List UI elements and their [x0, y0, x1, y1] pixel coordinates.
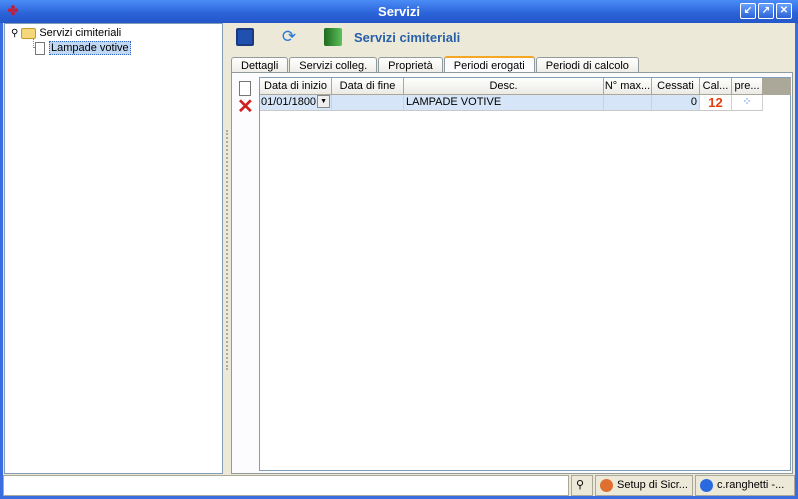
- start-date-value: 01/01/1800: [261, 96, 317, 108]
- toolbar-title: Servizi cimiteriali: [354, 29, 461, 45]
- column-header[interactable]: pre...: [732, 78, 763, 95]
- max-cell[interactable]: [604, 95, 652, 111]
- splitter[interactable]: [226, 130, 228, 370]
- end-date-cell[interactable]: [332, 95, 404, 111]
- app-icon: ✤: [7, 3, 19, 18]
- column-header[interactable]: Data di inizio: [260, 78, 332, 95]
- expand-icon[interactable]: ⚲: [11, 28, 18, 39]
- user-icon: [600, 479, 613, 492]
- column-header[interactable]: Data di fine: [332, 78, 404, 95]
- grid-header: Data di inizio Data di fine Desc. N° max…: [260, 78, 791, 95]
- network-icon[interactable]: ⚲: [571, 475, 593, 496]
- cessati-cell[interactable]: 0: [652, 95, 700, 111]
- header-filler: [763, 78, 791, 95]
- column-header[interactable]: N° max...: [604, 78, 652, 95]
- close-button[interactable]: ✕: [776, 3, 792, 19]
- calendar-icon-text: 12: [708, 95, 723, 110]
- delete-icon[interactable]: ✕: [237, 96, 255, 118]
- minimize-button[interactable]: ↙: [740, 3, 756, 19]
- table-row[interactable]: 01/01/1800 ▼ LAMPADE VOTIVE 0 12 ⁘: [260, 95, 763, 111]
- toolbar: ⟳ Servizi cimiteriali: [236, 25, 460, 49]
- tree-node-child[interactable]: Lampade votive: [35, 41, 131, 55]
- tab-panel: ✕ Data di inizio Data di fine Desc. N° m…: [231, 72, 793, 474]
- tree-node-label: Servizi cimiteriali: [39, 27, 122, 39]
- column-header[interactable]: Desc.: [404, 78, 604, 95]
- status-bar: ⚲ Setup di Sicr... c.ranghetti -...: [3, 475, 795, 496]
- service-icon: [324, 28, 342, 46]
- status-panel-user[interactable]: c.ranghetti -...: [695, 475, 795, 496]
- title-bar: ✤ Servizi ↙ ↗ ✕: [0, 0, 798, 23]
- tree-panel: ⚲ Servizi cimiteriali Lampade votive: [4, 23, 223, 474]
- document-icon: [35, 41, 45, 55]
- desc-cell[interactable]: LAMPADE VOTIVE: [404, 95, 604, 111]
- new-record-icon[interactable]: [239, 81, 251, 96]
- status-message: [3, 475, 569, 496]
- status-text: c.ranghetti -...: [717, 479, 785, 491]
- window-title: Servizi: [378, 4, 420, 19]
- status-text: Setup di Sicr...: [617, 479, 688, 491]
- preview-icon[interactable]: ⁘: [732, 95, 763, 111]
- start-date-cell[interactable]: 01/01/1800 ▼: [260, 95, 332, 111]
- tree-node-root[interactable]: ⚲ Servizi cimiteriali: [11, 27, 121, 39]
- refresh-icon[interactable]: ⟳: [280, 28, 298, 46]
- maximize-button[interactable]: ↗: [758, 3, 774, 19]
- status-panel-setup[interactable]: Setup di Sicr...: [595, 475, 693, 496]
- user-info-icon: [700, 479, 713, 492]
- dropdown-icon[interactable]: ▼: [317, 95, 330, 108]
- column-header[interactable]: Cessati: [652, 78, 700, 95]
- calendar-icon[interactable]: 12: [700, 95, 732, 111]
- data-grid: Data di inizio Data di fine Desc. N° max…: [259, 77, 791, 471]
- save-icon[interactable]: [236, 28, 254, 46]
- tree-node-label: Lampade votive: [49, 41, 131, 55]
- column-header[interactable]: Cal...: [700, 78, 732, 95]
- folder-icon: [21, 27, 37, 39]
